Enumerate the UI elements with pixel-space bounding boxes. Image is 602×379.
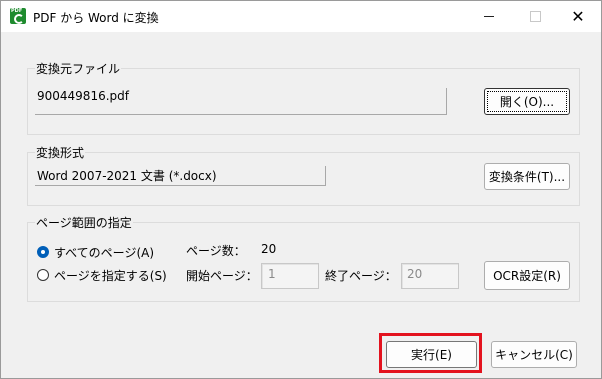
end-page-field[interactable]: 20: [401, 263, 459, 289]
start-page-label: 開始ページ：: [186, 269, 258, 283]
start-page-value: 1: [268, 267, 276, 281]
window-title: PDF から Word に変換: [33, 11, 159, 25]
close-icon: ✕: [571, 6, 585, 26]
conversion-options-button[interactable]: 変換条件(T)...: [484, 163, 570, 190]
minimize-icon: [484, 16, 494, 17]
conversion-format-field[interactable]: Word 2007-2021 文書 (*.docx): [35, 166, 326, 186]
conversion-format-group-label: 変換形式: [35, 144, 86, 161]
specify-pages-label[interactable]: ページを指定する(S): [54, 267, 167, 284]
execute-button-highlight: [379, 333, 482, 373]
source-file-field[interactable]: 900449816.pdf: [35, 88, 447, 115]
conversion-format-value: Word 2007-2021 文書 (*.docx): [37, 169, 217, 183]
page-count-value: 20: [261, 242, 277, 256]
close-button[interactable]: ✕: [555, 1, 601, 32]
title-bar: PDF PDF から Word に変換 ✕: [1, 1, 601, 32]
page-range-group-label: ページ範囲の指定: [35, 214, 133, 231]
cancel-button[interactable]: キャンセル(C): [491, 341, 577, 368]
source-file-value: 900449816.pdf: [37, 89, 129, 103]
pdf-to-word-app-icon: PDF: [10, 8, 26, 24]
all-pages-radio[interactable]: [37, 246, 49, 258]
page-count-label: ページ数：: [186, 244, 246, 258]
end-page-label: 終了ページ：: [325, 269, 397, 283]
open-file-button[interactable]: 開く(O)...: [484, 88, 570, 115]
source-file-group-label: 変換元ファイル: [35, 60, 122, 77]
minimize-button[interactable]: [466, 1, 512, 32]
start-page-field[interactable]: 1: [261, 263, 319, 289]
end-page-value: 20: [407, 267, 423, 281]
dialog-window: PDF PDF から Word に変換 ✕ 変換元ファイル 900449816.…: [0, 0, 602, 379]
maximize-icon: [529, 11, 541, 22]
maximize-button[interactable]: [512, 1, 558, 32]
all-pages-label[interactable]: すべてのページ(A): [54, 244, 154, 261]
specify-pages-radio[interactable]: [37, 269, 49, 281]
ocr-settings-button[interactable]: OCR設定(R): [484, 261, 570, 290]
